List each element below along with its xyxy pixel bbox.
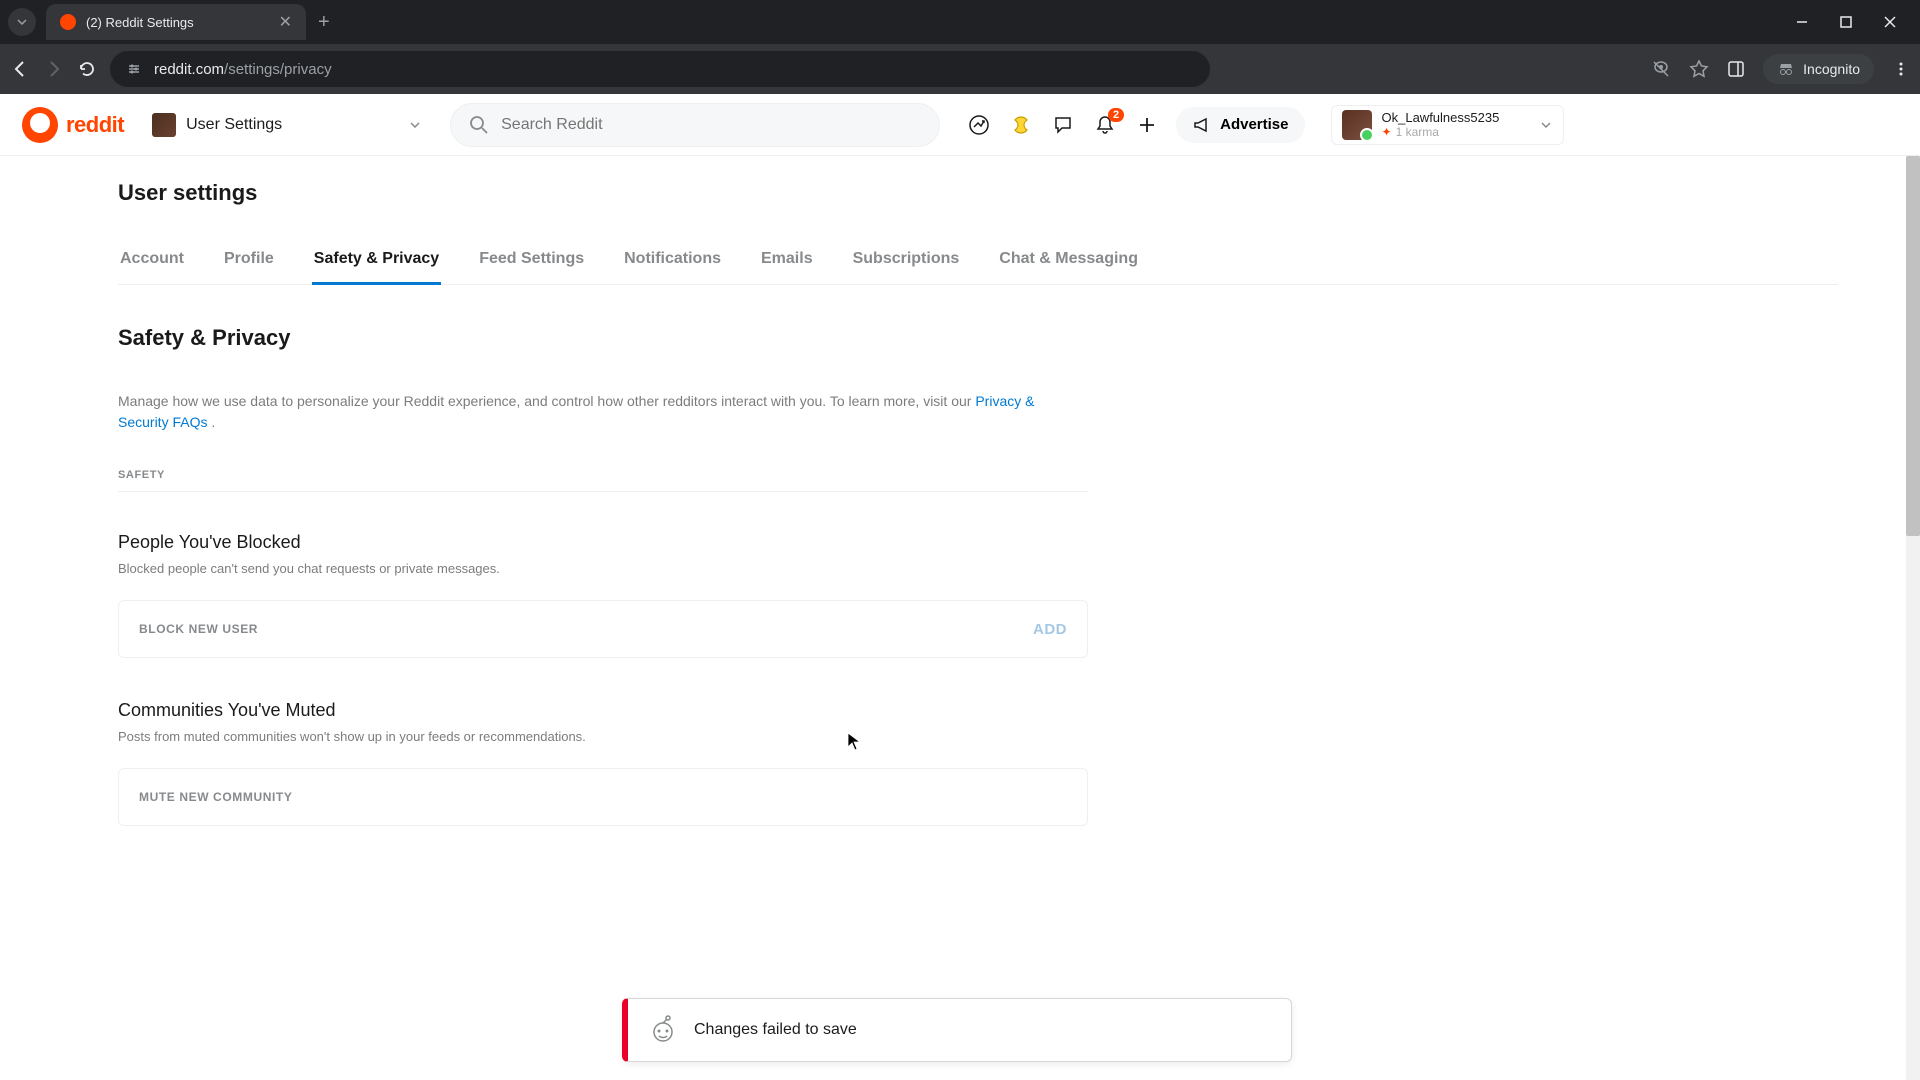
tracking-protection-icon[interactable] (1651, 59, 1671, 79)
advertise-label: Advertise (1220, 116, 1288, 133)
chevron-down-icon (1539, 118, 1553, 132)
user-name: Ok_Lawfulness5235 (1382, 110, 1500, 125)
muted-title: Communities You've Muted (118, 700, 1920, 721)
tab-profile[interactable]: Profile (222, 236, 276, 284)
browser-chrome: (2) Reddit Settings ✕ + reddit.com/setti… (0, 0, 1920, 94)
browser-tab[interactable]: (2) Reddit Settings ✕ (46, 4, 306, 40)
tab-bar: (2) Reddit Settings ✕ + (0, 0, 1920, 44)
back-button[interactable] (10, 59, 30, 79)
blocked-title: People You've Blocked (118, 532, 1920, 553)
search-box[interactable] (450, 103, 940, 147)
reddit-logo-icon (22, 107, 58, 143)
megaphone-icon (1192, 115, 1212, 135)
chevron-down-icon (16, 16, 28, 28)
reddit-mascot-icon (648, 1015, 678, 1045)
tab-feed-settings[interactable]: Feed Settings (477, 236, 586, 284)
forward-button[interactable] (44, 59, 64, 79)
side-panel-button[interactable] (1727, 60, 1745, 78)
address-bar[interactable]: reddit.com/settings/privacy (110, 51, 1210, 87)
tab-account[interactable]: Account (118, 236, 186, 284)
window-controls (1794, 14, 1912, 30)
context-avatar-icon (152, 113, 176, 137)
tab-title: (2) Reddit Settings (86, 15, 194, 30)
karma-icon: ✦ (1382, 125, 1392, 139)
tab-emails[interactable]: Emails (759, 236, 815, 284)
tab-search-button[interactable] (8, 8, 36, 36)
reddit-logo[interactable]: reddit (22, 107, 124, 143)
section-description: Manage how we use data to personalize yo… (118, 391, 1048, 433)
search-input[interactable] (501, 116, 921, 134)
muted-desc: Posts from muted communities won't show … (118, 729, 1920, 744)
reload-button[interactable] (78, 60, 96, 78)
site-settings-icon[interactable] (126, 61, 142, 77)
minimize-button[interactable] (1794, 14, 1810, 30)
safety-section-label: SAFETY (118, 469, 1088, 492)
browser-toolbar: reddit.com/settings/privacy Incognito (0, 44, 1920, 94)
scrollbar-thumb[interactable] (1906, 156, 1920, 536)
create-post-icon[interactable] (1136, 114, 1158, 136)
block-user-row: ADD (118, 600, 1088, 658)
advertise-button[interactable]: Advertise (1176, 107, 1304, 143)
incognito-label: Incognito (1803, 61, 1860, 77)
tab-chat-messaging[interactable]: Chat & Messaging (997, 236, 1140, 284)
browser-menu-button[interactable] (1892, 60, 1910, 78)
popular-icon[interactable] (968, 114, 990, 136)
user-menu[interactable]: Ok_Lawfulness5235 ✦1 karma (1331, 105, 1565, 145)
context-label: User Settings (186, 116, 282, 134)
new-tab-button[interactable]: + (318, 11, 330, 34)
close-window-button[interactable] (1882, 14, 1898, 30)
notifications-icon[interactable]: 2 (1094, 114, 1116, 136)
error-toast: Changes failed to save (622, 998, 1292, 1062)
incognito-badge[interactable]: Incognito (1763, 54, 1874, 84)
maximize-button[interactable] (1838, 14, 1854, 30)
user-karma: ✦1 karma (1382, 125, 1500, 139)
close-tab-icon[interactable]: ✕ (279, 12, 292, 32)
url-text: reddit.com/settings/privacy (154, 61, 332, 78)
reddit-favicon (60, 14, 76, 30)
reddit-header: reddit User Settings 2 Advertise Ok_Lawf… (0, 94, 1920, 156)
section-title: Safety & Privacy (118, 325, 1920, 351)
chevron-down-icon (408, 118, 422, 132)
block-user-input[interactable] (139, 622, 1033, 636)
content: User settings Account Profile Safety & Pri… (0, 156, 1920, 1080)
mute-community-input[interactable] (139, 790, 1067, 804)
add-blocked-button[interactable]: ADD (1033, 621, 1067, 638)
user-avatar (1342, 110, 1372, 140)
mute-community-row (118, 768, 1088, 826)
search-icon (469, 115, 489, 135)
tab-subscriptions[interactable]: Subscriptions (851, 236, 962, 284)
toast-message: Changes failed to save (694, 1021, 857, 1039)
blocked-desc: Blocked people can't send you chat reque… (118, 561, 1920, 576)
coins-icon[interactable] (1010, 114, 1032, 136)
page-title: User settings (118, 180, 1920, 206)
blocked-users-block: People You've Blocked Blocked people can… (118, 532, 1920, 658)
chat-icon[interactable] (1052, 114, 1074, 136)
tab-safety-privacy[interactable]: Safety & Privacy (312, 236, 441, 285)
muted-communities-block: Communities You've Muted Posts from mute… (118, 700, 1920, 826)
settings-tabs: Account Profile Safety & Privacy Feed Setti… (118, 236, 1838, 285)
tab-notifications[interactable]: Notifications (622, 236, 723, 284)
context-selector[interactable]: User Settings (142, 107, 432, 143)
bookmark-button[interactable] (1689, 59, 1709, 79)
incognito-icon (1777, 60, 1795, 78)
reddit-logo-text: reddit (66, 112, 124, 138)
notification-badge: 2 (1108, 108, 1124, 122)
